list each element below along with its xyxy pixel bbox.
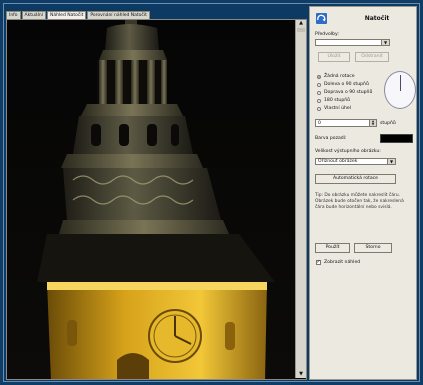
panel-title: Natočit bbox=[364, 15, 390, 22]
rotate-panel: Natočit Předvolby: ▼ Uložit Odstranit Žá… bbox=[309, 6, 417, 380]
radio-dot bbox=[317, 106, 321, 111]
tab-bar: Info Aktuální Náhled Natočit Porovnání n… bbox=[6, 11, 151, 20]
image-viewer[interactable] bbox=[6, 19, 307, 380]
auto-rotate-button[interactable]: Automatická rotace bbox=[315, 174, 396, 184]
output-size-select[interactable]: Oříznout obrázek ▼ bbox=[315, 158, 396, 165]
bg-color-label: Barva pozadí: bbox=[315, 136, 347, 141]
bg-color-swatch[interactable] bbox=[380, 134, 413, 143]
tower-photo bbox=[7, 20, 306, 379]
radio-right-90[interactable]: Doprava o 90 stupňů bbox=[317, 89, 372, 96]
rotate-tool-icon bbox=[316, 13, 327, 24]
angle-dial[interactable] bbox=[384, 71, 416, 109]
presets-label: Předvolby: bbox=[315, 32, 339, 37]
angle-input[interactable]: 0 ▲ ▼ bbox=[315, 119, 377, 127]
presets-select[interactable]: ▼ bbox=[315, 39, 390, 46]
tab-current[interactable]: Aktuální bbox=[21, 11, 46, 19]
chevron-down-icon: ▼ bbox=[381, 40, 389, 45]
radio-custom-angle[interactable]: Vlastní úhel bbox=[317, 105, 351, 112]
radio-dot bbox=[317, 82, 321, 87]
scroll-thumb[interactable] bbox=[297, 28, 305, 32]
vertical-scrollbar[interactable]: ▲ ▼ bbox=[295, 20, 306, 378]
preview-checkbox[interactable]: Zobrazit náhled bbox=[316, 259, 360, 265]
radio-180[interactable]: 180 stupňů bbox=[317, 97, 350, 104]
tip-text: Tip: Do obrázku můžete nakreslit čáru. O… bbox=[315, 193, 404, 210]
scroll-up-icon[interactable]: ▲ bbox=[297, 20, 305, 27]
dial-hand bbox=[400, 75, 401, 91]
radio-dot bbox=[317, 90, 321, 95]
radio-dot bbox=[317, 98, 321, 103]
tab-info[interactable]: Info bbox=[6, 11, 21, 19]
spin-arrows-icon[interactable]: ▲ ▼ bbox=[369, 120, 376, 126]
cancel-button[interactable]: Storno bbox=[354, 243, 392, 253]
scroll-down-icon[interactable]: ▼ bbox=[297, 371, 305, 378]
chevron-down-icon: ▼ bbox=[387, 159, 395, 164]
delete-preset-button[interactable]: Odstranit bbox=[355, 52, 389, 62]
radio-no-rotation[interactable]: Žádná rotace bbox=[317, 73, 355, 80]
tab-compare-preview[interactable]: Porovnání náhled Natočit bbox=[87, 11, 150, 19]
output-size-label: Velikost výstupního obrázku: bbox=[315, 149, 381, 154]
radio-left-90[interactable]: Doleva o 90 stupňů bbox=[317, 81, 369, 88]
apply-button[interactable]: Použít bbox=[315, 243, 350, 253]
save-preset-button[interactable]: Uložit bbox=[318, 52, 350, 62]
radio-dot bbox=[317, 74, 321, 79]
angle-unit-label: stupňů bbox=[380, 121, 396, 126]
checkbox-box bbox=[316, 259, 321, 265]
